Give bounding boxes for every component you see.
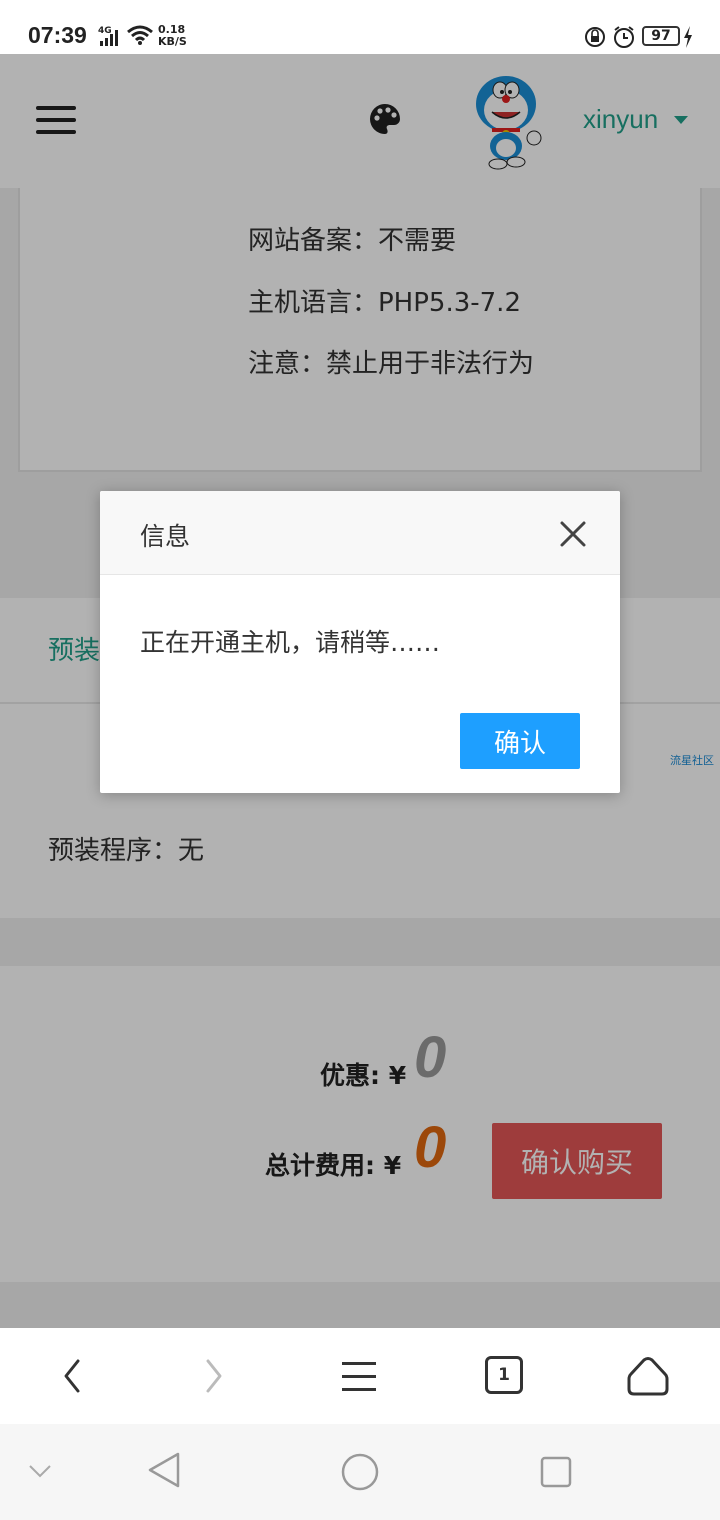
dialog-header: 信息: [100, 491, 620, 575]
browser-toolbar: 1: [0, 1328, 720, 1424]
nav-home-icon[interactable]: [340, 1452, 380, 1492]
system-nav-bar: [0, 1424, 720, 1520]
network-speed: 0.18 KB/S: [158, 24, 187, 48]
dialog-message: 正在开通主机，请稍等……: [140, 628, 441, 657]
home-icon[interactable]: [626, 1356, 670, 1398]
back-icon[interactable]: [58, 1358, 86, 1394]
forward-icon[interactable]: [200, 1358, 228, 1394]
close-icon[interactable]: [558, 519, 588, 549]
browser-menu-icon[interactable]: [340, 1358, 380, 1394]
dialog-title: 信息: [140, 522, 191, 551]
tab-count: 1: [498, 1365, 510, 1385]
charging-icon: [684, 26, 692, 48]
collapse-icon[interactable]: [28, 1464, 52, 1478]
info-dialog: 信息 正在开通主机，请稍等…… 确认: [100, 491, 620, 793]
nav-recents-icon[interactable]: [538, 1454, 574, 1490]
battery-level: 97: [651, 28, 671, 44]
speed-unit: KB/S: [158, 35, 187, 48]
nav-back-icon[interactable]: [144, 1450, 184, 1490]
wifi-icon: [127, 25, 153, 45]
dialog-confirm-button[interactable]: 确认: [460, 713, 580, 769]
lock-rotation-icon: [585, 27, 605, 47]
battery-icon: 97: [642, 26, 680, 46]
tabs-button[interactable]: 1: [485, 1356, 523, 1394]
signal-icon: [100, 30, 118, 46]
alarm-icon: [614, 26, 634, 48]
status-time: 07:39: [28, 22, 87, 48]
status-bar: 07:39 4G 0.18 KB/S 97: [0, 0, 720, 54]
